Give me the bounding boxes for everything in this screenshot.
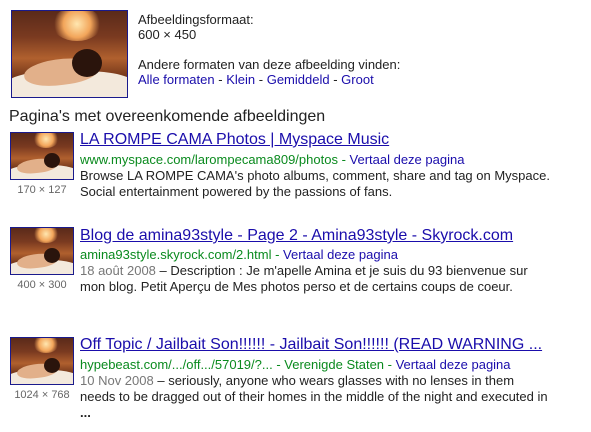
- section-heading: Pagina's met overeenkomende afbeeldingen: [9, 108, 326, 125]
- result-snippet: 18 août 2008 – Description : Je m'apelle…: [80, 263, 550, 295]
- result-date: 18 août 2008: [80, 263, 156, 278]
- date-separator: –: [153, 373, 169, 388]
- result-thumbnail[interactable]: [10, 227, 74, 275]
- url-separator: -: [272, 357, 285, 372]
- link-medium[interactable]: Gemiddeld: [267, 72, 330, 87]
- result-thumbnail[interactable]: [10, 337, 74, 385]
- result-url-line: amina93style.skyrock.com/2.html - Vertaa…: [80, 247, 398, 262]
- result-title[interactable]: Blog de amina93style - Page 2 - Amina93s…: [80, 227, 513, 245]
- result-region: Verenigde Staten: [284, 357, 385, 372]
- result-thumbnail[interactable]: [10, 132, 74, 180]
- result-url: hypebeast.com/.../off.../57019/?...: [80, 357, 273, 372]
- result-snippet: Browse LA ROMPE CAMA's photo albums, com…: [80, 168, 550, 200]
- format-label: Afbeeldingsformaat:: [138, 12, 254, 27]
- result-date: 10 Nov 2008: [80, 373, 154, 388]
- result-title[interactable]: Off Topic / Jailbait Son!!!!!! - Jailbai…: [80, 336, 542, 354]
- link-large[interactable]: Groot: [341, 72, 374, 87]
- result-snippet: 10 Nov 2008 – seriously, anyone who wear…: [80, 373, 550, 421]
- result-url: amina93style.skyrock.com/2.html: [80, 247, 272, 262]
- result-url: www.myspace.com/larompecama809/photos: [80, 152, 338, 167]
- translate-link[interactable]: Vertaal deze pagina: [396, 357, 511, 372]
- separator: -: [258, 72, 264, 87]
- image-size: 600 × 450: [138, 27, 197, 42]
- url-separator: -: [337, 152, 350, 167]
- separator: -: [218, 72, 223, 87]
- separator: -: [333, 72, 338, 87]
- thumbnail-size: 400 × 300: [17, 279, 67, 291]
- query-image-thumbnail[interactable]: [11, 10, 128, 98]
- results-page: { "query_image": { "format_label": "Afbe…: [0, 0, 591, 432]
- thumbnail-size: 170 × 127: [17, 184, 67, 196]
- thumbnail-size: 1024 × 768: [14, 389, 70, 401]
- snippet-ellipsis: ...: [80, 405, 91, 420]
- other-formats-label: Andere formaten van deze afbeelding vind…: [138, 57, 401, 72]
- format-links: Alle formaten - Klein - Gemiddeld - Groo…: [138, 72, 400, 87]
- link-all-sizes[interactable]: Alle formaten: [138, 72, 215, 87]
- translate-link[interactable]: Vertaal deze pagina: [350, 152, 465, 167]
- result-title[interactable]: LA ROMPE CAMA Photos | Myspace Music: [80, 131, 389, 149]
- translate-link[interactable]: Vertaal deze pagina: [283, 247, 398, 262]
- date-separator: –: [155, 263, 171, 278]
- snippet-text: Browse LA ROMPE CAMA's photo albums, com…: [80, 168, 550, 199]
- url-separator: -: [384, 357, 396, 372]
- result-url-line: www.myspace.com/larompecama809/photos - …: [80, 152, 464, 167]
- link-small[interactable]: Klein: [226, 72, 255, 87]
- url-separator: -: [271, 247, 284, 262]
- result-url-line: hypebeast.com/.../off.../57019/?... - Ve…: [80, 357, 511, 372]
- query-image-info: Afbeeldingsformaat: 600 × 450 Andere for…: [138, 12, 400, 87]
